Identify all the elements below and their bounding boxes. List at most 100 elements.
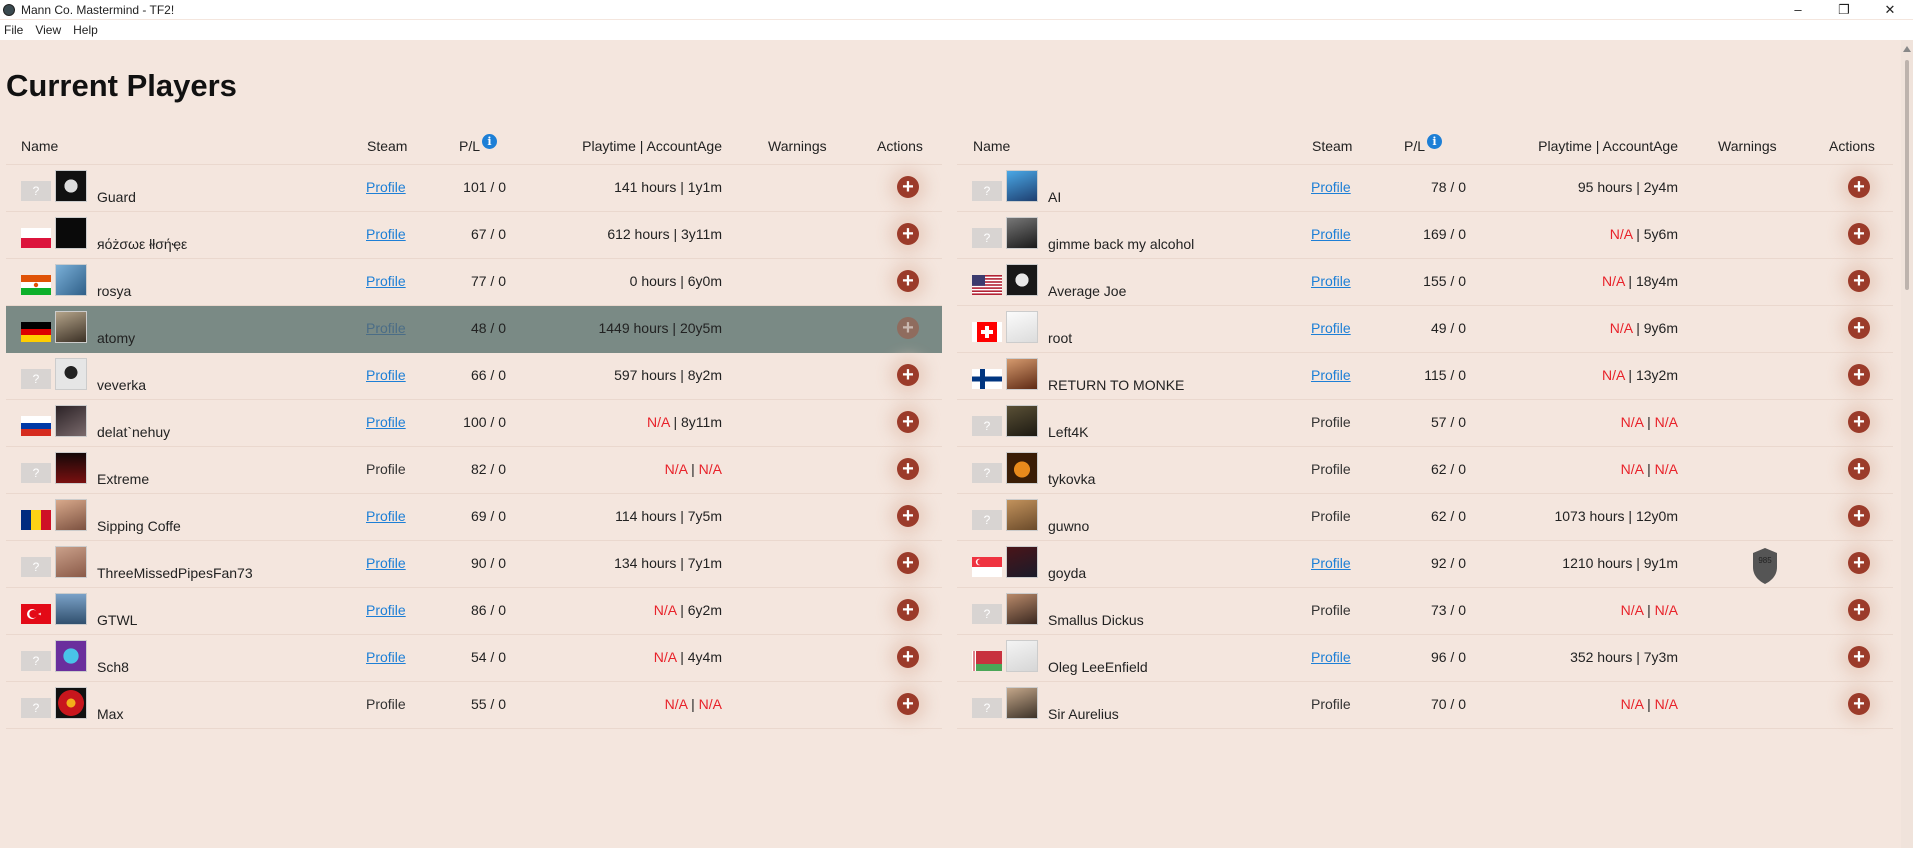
avatar[interactable] <box>55 264 87 296</box>
steam-profile-link[interactable]: Profile <box>366 226 406 242</box>
close-button[interactable]: ✕ <box>1867 0 1913 19</box>
avatar[interactable] <box>55 217 87 249</box>
add-action-button[interactable]: + <box>897 505 919 527</box>
table-row[interactable]: ? tykovka Profile 62 / 0 N/A | N/A + <box>957 447 1893 494</box>
steam-profile-link[interactable]: Profile <box>1311 602 1351 618</box>
steam-profile-link[interactable]: Profile <box>366 602 406 618</box>
steam-profile-link[interactable]: Profile <box>1311 320 1351 336</box>
column-header-warnings[interactable]: Warnings <box>768 138 827 154</box>
vertical-scrollbar[interactable] <box>1901 40 1913 848</box>
column-header-name[interactable]: Name <box>21 138 58 154</box>
info-icon[interactable]: i <box>482 134 498 149</box>
steam-profile-link[interactable]: Profile <box>1311 273 1351 289</box>
table-row[interactable]: Oleg LeeEnfield Profile 96 / 0 352 hours | … <box>957 635 1893 682</box>
steam-profile-link[interactable]: Profile <box>366 414 406 430</box>
steam-profile-link[interactable]: Profile <box>1311 179 1351 195</box>
add-action-button[interactable]: + <box>1848 693 1870 715</box>
steam-profile-link[interactable]: Profile <box>1311 367 1351 383</box>
menu-help[interactable]: Help <box>73 23 98 37</box>
steam-profile-link[interactable]: Profile <box>366 696 406 712</box>
avatar[interactable] <box>1006 593 1038 625</box>
avatar[interactable] <box>55 640 87 672</box>
add-action-button[interactable]: + <box>897 599 919 621</box>
add-action-button[interactable]: + <box>897 552 919 574</box>
steam-profile-link[interactable]: Profile <box>366 273 406 289</box>
info-icon[interactable]: i <box>1427 134 1443 149</box>
steam-profile-link[interactable]: Profile <box>366 649 406 665</box>
column-header-warnings[interactable]: Warnings <box>1718 138 1777 154</box>
steam-profile-link[interactable]: Profile <box>366 179 406 195</box>
column-header-pl[interactable]: P/L i <box>1404 134 1443 155</box>
column-header-steam[interactable]: Steam <box>1312 138 1352 154</box>
avatar[interactable] <box>55 311 87 343</box>
table-row[interactable]: ? Sch8 Profile 54 / 0 N/A | 4y4m + <box>6 635 942 682</box>
avatar[interactable] <box>1006 217 1038 249</box>
avatar[interactable] <box>55 170 87 202</box>
avatar[interactable] <box>55 452 87 484</box>
table-row[interactable]: root Profile 49 / 0 N/A | 9y6m + <box>957 306 1893 353</box>
table-row[interactable]: ? Sir Aurelius Profile 70 / 0 N/A | N/A + <box>957 682 1893 729</box>
avatar[interactable] <box>1006 405 1038 437</box>
table-row[interactable]: GTWL Profile 86 / 0 N/A | 6y2m + <box>6 588 942 635</box>
column-header-pl[interactable]: P/L i <box>459 134 498 155</box>
add-action-button[interactable]: + <box>897 176 919 198</box>
table-row[interactable]: ? Smallus Dickus Profile 73 / 0 N/A | N/A + <box>957 588 1893 635</box>
avatar[interactable] <box>1006 452 1038 484</box>
steam-profile-link[interactable]: Profile <box>366 461 406 477</box>
table-row[interactable]: goyda Profile 92 / 0 1210 hours | 9y1m 985 + <box>957 541 1893 588</box>
table-row[interactable]: ? Extreme Profile 82 / 0 N/A | N/A + <box>6 447 942 494</box>
avatar[interactable] <box>1006 687 1038 719</box>
steam-profile-link[interactable]: Profile <box>366 320 406 336</box>
steam-profile-link[interactable]: Profile <box>1311 696 1351 712</box>
steam-profile-link[interactable]: Profile <box>1311 555 1351 571</box>
table-row[interactable]: ? Guard Profile 101 / 0 141 hours | 1y1m + <box>6 165 942 212</box>
add-action-button[interactable]: + <box>897 411 919 433</box>
table-row[interactable]: RETURN TO MONKE Profile 115 / 0 N/A | 13y2m… <box>957 353 1893 400</box>
table-row[interactable]: ? AI Profile 78 / 0 95 hours | 2y4m + <box>957 165 1893 212</box>
add-action-button[interactable]: + <box>897 646 919 668</box>
steam-profile-link[interactable]: Profile <box>366 367 406 383</box>
add-action-button[interactable]: + <box>897 364 919 386</box>
steam-profile-link[interactable]: Profile <box>1311 226 1351 242</box>
column-header-playtime[interactable]: Playtime | AccountAge <box>582 138 722 154</box>
add-action-button[interactable]: + <box>897 223 919 245</box>
minimize-button[interactable]: – <box>1775 0 1821 19</box>
avatar[interactable] <box>55 405 87 437</box>
add-action-button[interactable]: + <box>1848 270 1870 292</box>
table-row[interactable]: delat`nehuy Profile 100 / 0 N/A | 8y11m + <box>6 400 942 447</box>
table-row[interactable]: rosya Profile 77 / 0 0 hours | 6y0m + <box>6 259 942 306</box>
table-row[interactable]: ? guwno Profile 62 / 0 1073 hours | 12y0m + <box>957 494 1893 541</box>
add-action-button[interactable]: + <box>897 458 919 480</box>
avatar[interactable] <box>55 358 87 390</box>
column-header-steam[interactable]: Steam <box>367 138 407 154</box>
avatar[interactable] <box>55 546 87 578</box>
table-row[interactable]: atomy Profile 48 / 0 1449 hours | 20y5m + <box>6 306 942 353</box>
avatar[interactable] <box>55 593 87 625</box>
add-action-button[interactable]: + <box>897 270 919 292</box>
add-action-button[interactable]: + <box>1848 646 1870 668</box>
avatar[interactable] <box>1006 311 1038 343</box>
scroll-thumb[interactable] <box>1905 60 1909 290</box>
column-header-name[interactable]: Name <box>973 138 1010 154</box>
scroll-up-arrow-icon[interactable] <box>1903 46 1911 52</box>
add-action-button[interactable]: + <box>1848 458 1870 480</box>
table-row[interactable]: Sipping Coffe Profile 69 / 0 114 hours | 7y… <box>6 494 942 541</box>
table-row[interactable]: ? veverka Profile 66 / 0 597 hours | 8y2m + <box>6 353 942 400</box>
table-row[interactable]: ? ThreeMissedPipesFan73 Profile 90 / 0 134 h… <box>6 541 942 588</box>
table-row[interactable]: Average Joe Profile 155 / 0 N/A | 18y4m + <box>957 259 1893 306</box>
avatar[interactable] <box>1006 640 1038 672</box>
steam-profile-link[interactable]: Profile <box>366 508 406 524</box>
steam-profile-link[interactable]: Profile <box>366 555 406 571</box>
add-action-button[interactable]: + <box>1848 364 1870 386</box>
avatar[interactable] <box>55 687 87 719</box>
avatar[interactable] <box>1006 170 1038 202</box>
table-row[interactable]: ? Max Profile 55 / 0 N/A | N/A + <box>6 682 942 729</box>
column-header-playtime[interactable]: Playtime | AccountAge <box>1538 138 1678 154</box>
avatar[interactable] <box>1006 358 1038 390</box>
table-row[interactable]: яόżσωε łłσήҿε Profile 67 / 0 612 hours | 3y… <box>6 212 942 259</box>
steam-profile-link[interactable]: Profile <box>1311 508 1351 524</box>
menu-file[interactable]: File <box>4 23 23 37</box>
steam-profile-link[interactable]: Profile <box>1311 461 1351 477</box>
steam-profile-link[interactable]: Profile <box>1311 414 1351 430</box>
add-action-button[interactable]: + <box>1848 599 1870 621</box>
